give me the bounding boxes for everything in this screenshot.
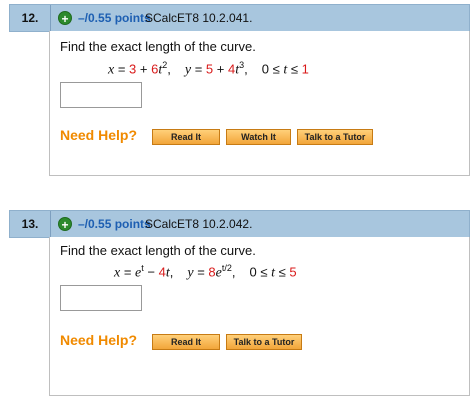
question-header: 13. + –/0.55 points SCalcET8 10.2.042. (9, 210, 470, 238)
plus: + (136, 61, 152, 77)
exponent: t/2 (221, 263, 232, 273)
answer-input[interactable] (60, 82, 142, 108)
equals: = (120, 264, 136, 280)
question-header: 12. + –/0.55 points SCalcET8 10.2.041. (9, 4, 470, 32)
minus: − (143, 264, 159, 280)
equals: = (191, 61, 206, 77)
need-help-label: Need Help? (60, 332, 138, 348)
value-red: 4 (158, 264, 166, 280)
range-low: 0 (261, 61, 269, 77)
curve-formula: x = et − 4t, y = 8et/2, 0 ≤ t ≤ 5 (114, 263, 297, 281)
plus-circle-icon[interactable]: + (58, 217, 72, 232)
question-number: 13. (21, 217, 39, 231)
header-divider (50, 211, 51, 237)
equals: = (193, 264, 209, 280)
points-label: –/0.55 points (78, 11, 151, 25)
watch-it-button[interactable]: Watch It (226, 129, 291, 145)
talk-to-tutor-button[interactable]: Talk to a Tutor (226, 334, 302, 350)
need-help-label: Need Help? (60, 127, 138, 143)
curve-formula: x = 3 + 6t2, y = 5 + 4t3, 0 ≤ t ≤ 1 (108, 60, 309, 78)
question-prompt: Find the exact length of the curve. (60, 39, 256, 54)
question-code: SCalcET8 10.2.042. (145, 217, 253, 231)
range-high: 5 (289, 264, 297, 280)
equals: = (114, 61, 130, 77)
comma: , (167, 61, 171, 77)
answer-input[interactable] (60, 285, 142, 311)
points-label: –/0.55 points (78, 217, 151, 231)
question-12: 12. + –/0.55 points SCalcET8 10.2.041. F… (9, 4, 470, 176)
question-body: Find the exact length of the curve. x = … (49, 237, 470, 396)
plus-circle-icon[interactable]: + (58, 11, 72, 26)
value-red: 8 (208, 264, 216, 280)
leq: ≤ (256, 264, 272, 280)
leq: ≤ (274, 264, 290, 280)
leq: ≤ (287, 61, 302, 77)
talk-to-tutor-button[interactable]: Talk to a Tutor (297, 129, 373, 145)
question-code: SCalcET8 10.2.041. (145, 11, 253, 25)
question-body: Find the exact length of the curve. x = … (49, 31, 470, 176)
comma: , (244, 61, 248, 77)
question-13: 13. + –/0.55 points SCalcET8 10.2.042. F… (9, 210, 470, 396)
read-it-button[interactable]: Read It (152, 129, 220, 145)
header-divider (50, 5, 51, 31)
question-number: 12. (21, 11, 39, 25)
leq: ≤ (268, 61, 284, 77)
plus: + (213, 61, 228, 77)
question-prompt: Find the exact length of the curve. (60, 243, 256, 258)
range-low: 0 (249, 264, 257, 280)
range-high: 1 (301, 61, 309, 77)
comma: , (231, 264, 236, 280)
comma: , (169, 264, 174, 280)
read-it-button[interactable]: Read It (152, 334, 220, 350)
